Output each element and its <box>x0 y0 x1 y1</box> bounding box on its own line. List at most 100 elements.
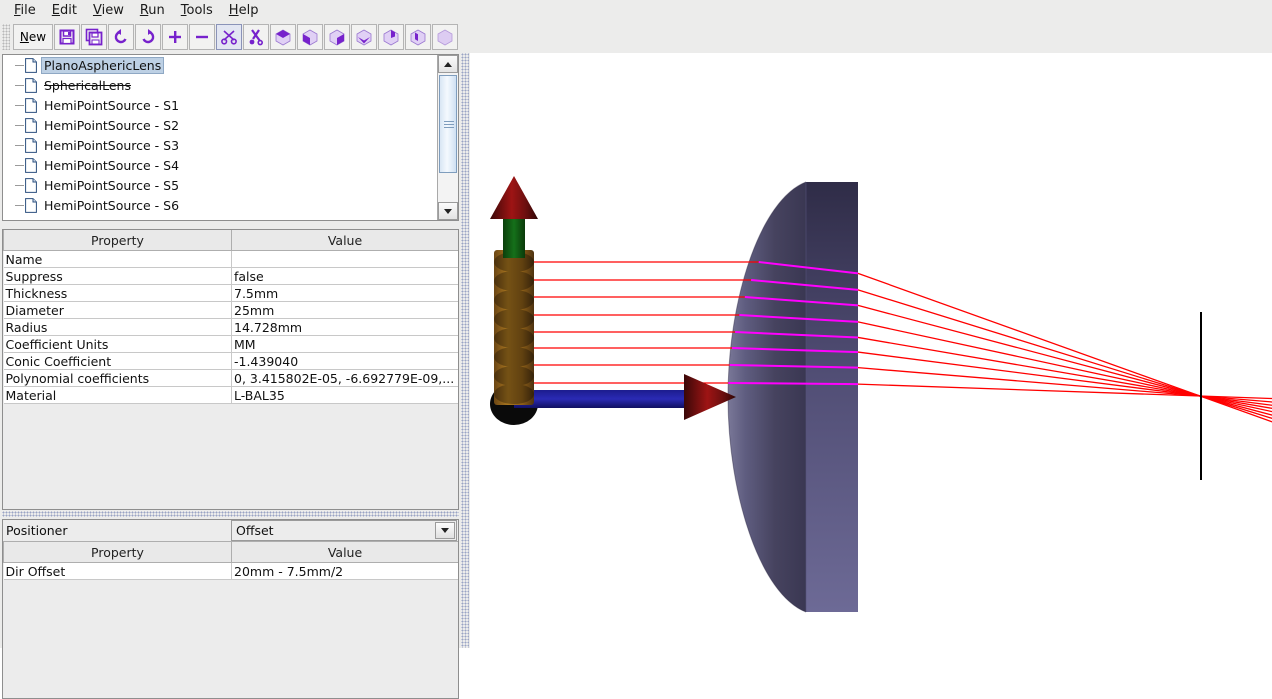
paste-button[interactable] <box>243 23 269 50</box>
property-value-cell[interactable]: MM <box>231 335 458 353</box>
menu-file[interactable]: File <box>6 2 44 19</box>
property-name-cell: Coefficient Units <box>3 335 232 353</box>
scene-tree-scrollbar[interactable] <box>437 55 458 220</box>
tree-branch-line <box>15 185 24 186</box>
tree-item-label: HemiPointSource - S3 <box>44 137 180 153</box>
table-row[interactable]: Conic Coefficient -1.439040 <box>3 352 458 370</box>
tree-branch-line <box>15 205 24 206</box>
table-row[interactable]: Coefficient Units MM <box>3 335 458 353</box>
tree-item[interactable]: PlanoAsphericLens <box>3 55 438 75</box>
view-top-button[interactable] <box>270 23 296 50</box>
property-table-body: Name Suppress false Thickness 7.5mm Diameter 2… <box>3 250 458 404</box>
add-button[interactable] <box>162 23 188 50</box>
property-value-cell[interactable]: false <box>231 267 458 285</box>
menu-edit[interactable]: Edit <box>44 2 85 19</box>
property-value-cell[interactable]: 0, 3.415802E-05, -6.692779E-09,... <box>231 369 458 387</box>
tree-item[interactable]: HemiPointSource - S3 <box>3 135 438 155</box>
save-all-button[interactable] <box>81 23 107 50</box>
tree-branch-line <box>15 65 24 66</box>
view-right-button[interactable] <box>324 23 350 50</box>
positioner-dropdown-button[interactable] <box>435 522 455 539</box>
property-column-header[interactable]: Property <box>3 230 232 251</box>
scrollbar-thumb[interactable] <box>439 75 457 173</box>
tree-item[interactable]: HemiPointSource - S4 <box>3 155 438 175</box>
property-value-cell[interactable]: L-BAL35 <box>231 386 458 404</box>
tree-item[interactable]: HemiPointSource - S1 <box>3 95 438 115</box>
chevron-down-icon <box>444 208 452 214</box>
property-value-cell[interactable]: 25mm <box>231 301 458 319</box>
new-button-mnemonic: N <box>19 29 29 44</box>
positioner-label: Positioner <box>3 520 231 541</box>
view-plain-button[interactable] <box>432 23 458 50</box>
cut-button[interactable] <box>216 23 242 50</box>
table-row[interactable]: Material L-BAL35 <box>3 386 458 404</box>
tree-branch-line <box>15 145 24 146</box>
property-value-cell[interactable]: 14.728mm <box>231 318 458 336</box>
tree-item[interactable]: SphericalLens <box>3 75 438 95</box>
scrollbar-up-button[interactable] <box>438 55 458 73</box>
menu-label: ools <box>186 2 213 18</box>
internal-ray <box>728 382 859 386</box>
scrollbar-down-button[interactable] <box>438 202 458 220</box>
tree-item[interactable]: HemiPointSource - S5 <box>3 175 438 195</box>
property-value-cell[interactable]: -1.439040 <box>231 352 458 370</box>
menu-help[interactable]: Help <box>221 2 267 19</box>
document-icon <box>25 57 37 73</box>
property-name-cell: Polynomial coefficients <box>3 369 232 387</box>
undo-button[interactable] <box>108 23 134 50</box>
positioner-panel: Positioner Offset Property Value Dir Off… <box>2 519 459 699</box>
y-axis-shaft <box>503 214 525 258</box>
table-row[interactable]: Name <box>3 250 458 268</box>
positioner-value-column-header[interactable]: Value <box>231 542 458 563</box>
tree-item-label: HemiPointSource - S6 <box>44 197 180 213</box>
menu-run[interactable]: Run <box>132 2 173 19</box>
table-row[interactable]: Suppress false <box>3 267 458 285</box>
3d-viewport[interactable] <box>470 53 1272 648</box>
document-icon <box>25 97 37 113</box>
menu-tools[interactable]: Tools <box>173 2 221 19</box>
table-row[interactable]: Dir Offset 20mm - 7.5mm/2 <box>3 562 458 580</box>
menu-label: iew <box>101 2 124 18</box>
scene-tree-panel: PlanoAsphericLens SphericalLens HemiPointS… <box>2 54 459 221</box>
property-name-cell: Conic Coefficient <box>3 352 232 370</box>
tree-branch-line <box>15 105 24 106</box>
table-row[interactable]: Thickness 7.5mm <box>3 284 458 302</box>
property-table-header-row: Property Value <box>3 230 458 251</box>
menu-view[interactable]: View <box>85 2 132 19</box>
save-icon <box>58 28 76 46</box>
property-value-cell[interactable]: 20mm - 7.5mm/2 <box>231 562 458 580</box>
property-value-cell[interactable] <box>231 250 458 268</box>
positioner-property-column-header[interactable]: Property <box>3 542 232 563</box>
scissors-open-icon <box>220 28 238 46</box>
chevron-up-icon <box>444 61 452 67</box>
menu-bar: File Edit View Run Tools Help <box>0 0 1272 20</box>
property-name-cell: Radius <box>3 318 232 336</box>
save-button[interactable] <box>54 23 80 50</box>
property-table: Property Value Name Suppress false Thicknes… <box>3 230 458 404</box>
view-corner-button[interactable] <box>378 23 404 50</box>
toolbar-drag-handle[interactable] <box>2 23 10 50</box>
table-row[interactable]: Radius 14.728mm <box>3 318 458 336</box>
redo-button[interactable] <box>135 23 161 50</box>
view-left-button[interactable] <box>297 23 323 50</box>
menu-label: dit <box>60 2 77 18</box>
tree-item[interactable]: HemiPointSource - S6 <box>3 195 438 215</box>
tree-item-label: SphericalLens <box>44 77 131 93</box>
scrollbar-track[interactable] <box>438 73 458 202</box>
positioner-dropdown[interactable]: Offset <box>231 520 457 541</box>
cube-open-icon <box>355 28 373 46</box>
horizontal-splitter[interactable] <box>2 511 459 517</box>
vertical-splitter[interactable] <box>461 53 469 648</box>
table-row[interactable]: Diameter 25mm <box>3 301 458 319</box>
tree-item[interactable]: HemiPointSource - S2 <box>3 115 438 135</box>
scene-tree-list[interactable]: PlanoAsphericLens SphericalLens HemiPointS… <box>3 55 438 220</box>
view-open-button[interactable] <box>351 23 377 50</box>
menu-mnemonic: E <box>51 2 60 18</box>
x-axis-shaft <box>514 390 686 408</box>
property-value-cell[interactable]: 7.5mm <box>231 284 458 302</box>
value-column-header[interactable]: Value <box>231 230 458 251</box>
new-button[interactable]: New <box>13 23 53 50</box>
remove-button[interactable] <box>189 23 215 50</box>
table-row[interactable]: Polynomial coefficients 0, 3.415802E-05, … <box>3 369 458 387</box>
view-side-button[interactable] <box>405 23 431 50</box>
